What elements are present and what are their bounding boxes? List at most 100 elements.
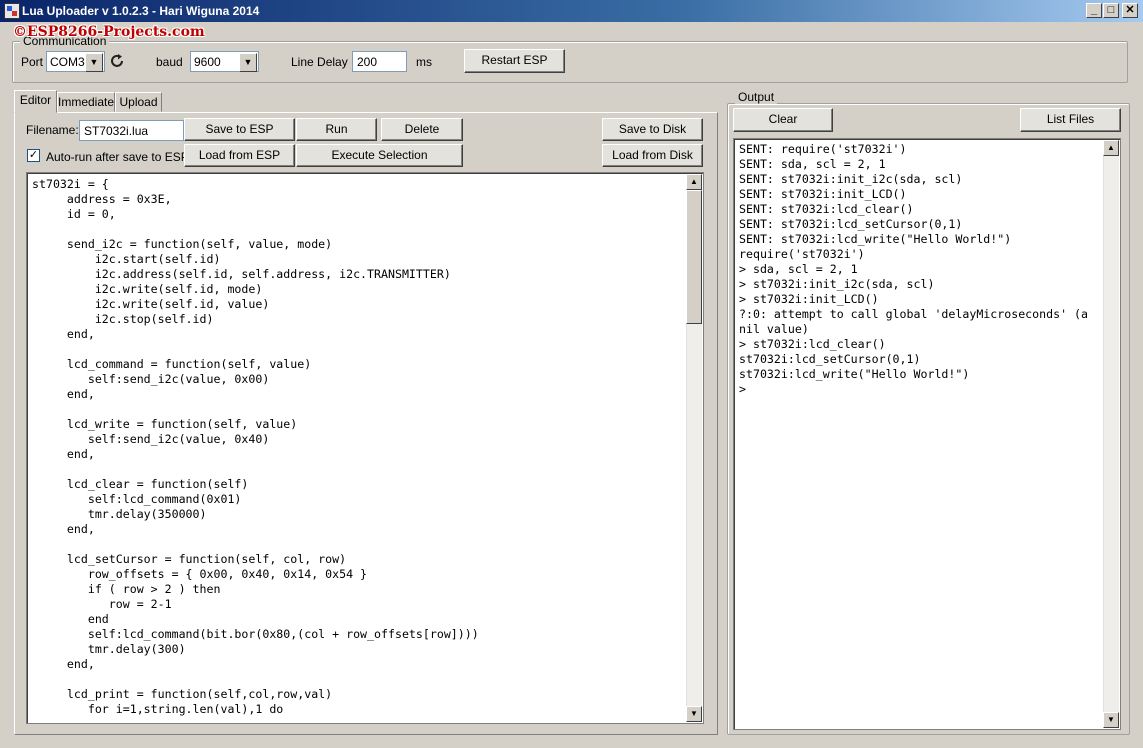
code-line: row_offsets = { 0x00, 0x40, 0x14, 0x54 } [32,567,368,581]
line-delay-input[interactable]: 200 [352,51,407,72]
load-from-esp-button[interactable]: Load from ESP [184,144,295,167]
output-line: SENT: st7032i:lcd_setCursor(0,1) [739,217,963,231]
output-console[interactable]: SENT: require('st7032i') SENT: sda, scl =… [733,138,1121,730]
delete-label: Delete [404,122,440,136]
code-line: self:lcd_command(0x01) [32,492,242,506]
filename-input[interactable]: ST7032i.lua [79,120,184,141]
code-editor[interactable]: st7032i = { address = 0x3E, id = 0, send… [26,172,704,724]
minimize-icon[interactable]: _ [1086,3,1102,18]
output-line: SENT: st7032i:init_LCD() [739,187,907,201]
output-legend: Output [735,90,778,104]
output-line: st7032i:lcd_write("Hello World!") [739,367,970,381]
tab-editor[interactable]: Editor [14,90,57,113]
code-line: end, [32,447,95,461]
baud-label: baud [156,55,183,69]
line-delay-unit: ms [416,55,432,69]
save-to-esp-button[interactable]: Save to ESP [184,118,295,141]
run-label: Run [325,122,348,136]
output-line: SENT: st7032i:lcd_clear() [739,202,914,216]
code-line: for i=1,string.len(val),1 do [32,702,284,716]
save-to-esp-label: Save to ESP [205,122,274,136]
scroll-down-icon[interactable]: ▼ [1103,712,1119,728]
code-line: id = 0, [32,207,116,221]
restart-esp-label: Restart ESP [481,53,548,67]
code-line: lcd_write = function(self, value) [32,417,298,431]
checkmark-icon: ✓ [28,149,39,161]
filename-label: Filename: [26,123,79,137]
code-line: st7032i = { [32,177,109,191]
code-line: end, [32,522,95,536]
code-line: self:lcd_command(bit.bor(0x80,(col + row… [32,627,479,641]
run-button[interactable]: Run [296,118,377,141]
output-line: SENT: require('st7032i') [739,142,907,156]
code-line: row = 2-1 [32,597,172,611]
maximize-icon[interactable]: □ [1103,3,1119,18]
tab-immediate[interactable]: Immediate [57,92,115,112]
code-line: lcd_clear = function(self) [32,477,249,491]
load-from-esp-label: Load from ESP [198,148,281,162]
output-line: SENT: st7032i:init_i2c(sda, scl) [739,172,963,186]
code-line: end, [32,327,95,341]
app-icon [4,3,20,19]
scroll-up-icon[interactable]: ▲ [686,174,702,190]
code-line: tmr.delay(350000) [32,507,207,521]
clear-label: Clear [768,112,798,126]
code-line: lcd_command = function(self, value) [32,357,312,371]
output-scrollbar[interactable] [1103,140,1119,728]
scroll-up-icon[interactable]: ▲ [1103,140,1119,156]
code-line: lcd_print = function(self,col,row,val) [32,687,333,701]
output-line: > st7032i:init_i2c(sda, scl) [739,277,935,291]
chevron-down-icon[interactable]: ▼ [85,53,103,72]
restart-esp-button[interactable]: Restart ESP [464,49,565,73]
code-line: lcd_setCursor = function(self, col, row) [32,552,347,566]
save-to-disk-label: Save to Disk [618,122,687,136]
autorun-checkbox[interactable]: ✓ [27,149,40,162]
output-line: > [739,382,746,396]
baud-value: 9600 [194,55,221,69]
output-line: nil value) [739,322,809,336]
code-line: send_i2c = function(self, value, mode) [32,237,333,251]
code-line: self:send_i2c(value, 0x40) [32,432,270,446]
baud-combo[interactable]: 9600 ▼ [190,51,259,72]
tab-upload[interactable]: Upload [115,92,162,112]
output-line: > st7032i:lcd_clear() [739,337,886,351]
code-line: if ( row > 2 ) then [32,582,221,596]
code-line: self:send_i2c(value, 0x00) [32,372,270,386]
code-line: end [32,612,109,626]
scroll-down-icon[interactable]: ▼ [686,706,702,722]
code-line: i2c.write(self.id, value) [32,297,270,311]
list-files-label: List Files [1046,112,1095,126]
refresh-icon[interactable] [109,53,125,69]
code-line: i2c.start(self.id) [32,252,221,266]
close-icon[interactable]: ✕ [1122,3,1138,18]
chevron-down-icon[interactable]: ▼ [239,53,257,72]
line-delay-label: Line Delay [291,55,348,69]
port-combo[interactable]: COM34 ▼ [46,51,105,72]
output-line: st7032i:lcd_setCursor(0,1) [739,352,921,366]
output-line: require('st7032i') [739,247,865,261]
execute-selection-label: Execute Selection [331,148,428,162]
code-line: end, [32,657,95,671]
output-line: SENT: sda, scl = 2, 1 [739,157,886,171]
clear-button[interactable]: Clear [733,108,833,132]
scroll-thumb[interactable] [686,190,702,324]
code-line: i2c.address(self.id, self.address, i2c.T… [32,267,451,281]
load-from-disk-label: Load from Disk [612,148,693,162]
code-line: i2c.stop(self.id) [32,312,214,326]
list-files-button[interactable]: List Files [1020,108,1121,132]
code-line: address = 0x3E, [32,192,172,206]
autorun-label: Auto-run after save to ESP [46,150,189,164]
execute-selection-button[interactable]: Execute Selection [296,144,463,167]
code-line: i2c.write(self.id, mode) [32,282,263,296]
load-from-disk-button[interactable]: Load from Disk [602,144,703,167]
save-to-disk-button[interactable]: Save to Disk [602,118,703,141]
output-line: > st7032i:init_LCD() [739,292,879,306]
output-line: > sda, scl = 2, 1 [739,262,858,276]
port-label: Port [21,55,44,69]
watermark: ©ESP8266-Projects.com [13,24,205,40]
code-line: end, [32,387,95,401]
delete-button[interactable]: Delete [381,118,463,141]
window-title: Lua Uploader v 1.0.2.3 - Hari Wiguna 201… [22,4,260,18]
code-line: tmr.delay(300) [32,642,186,656]
output-line: ?:0: attempt to call global 'delayMicros… [739,307,1089,321]
